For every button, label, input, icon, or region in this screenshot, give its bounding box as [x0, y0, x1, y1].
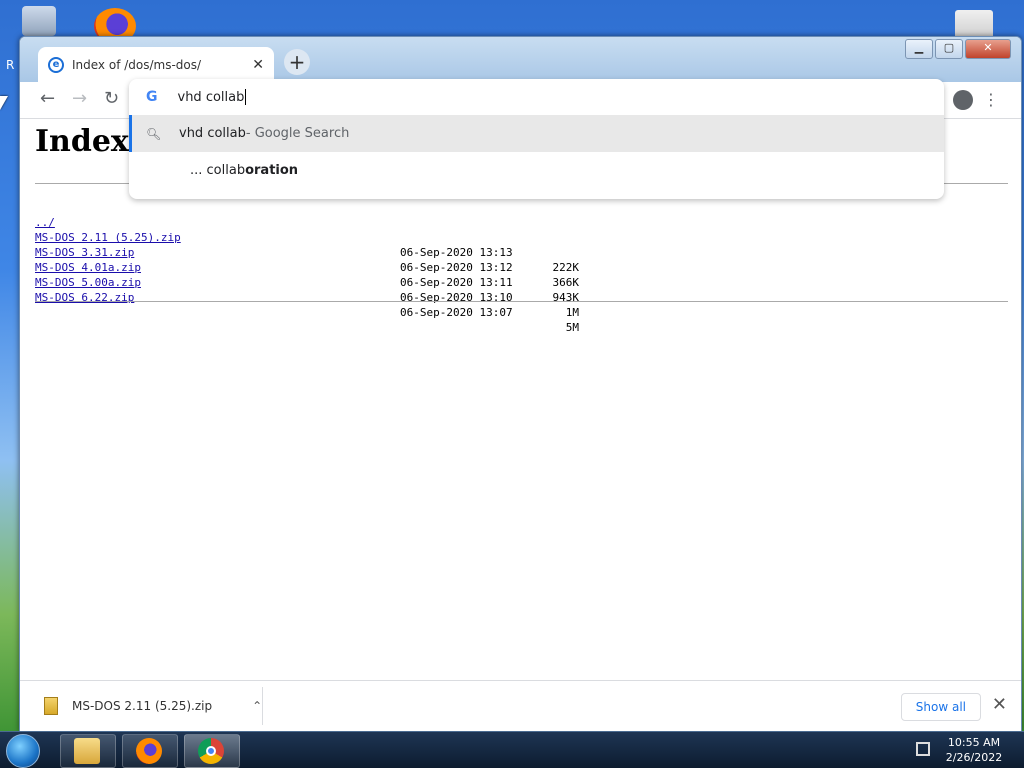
firefox-icon	[136, 738, 162, 764]
divider-bottom	[35, 301, 1008, 302]
list-item: MS-DOS 2.11 (5.25).zip 06-Sep-2020 13:13…	[35, 215, 579, 274]
window-controls: ▁ ▢ ✕	[905, 39, 1011, 59]
omnibox-dropdown: G vhd collab 🔍︎ vhd collab - Google Sear…	[129, 79, 944, 199]
zip-file-icon	[44, 697, 58, 715]
suggestion-autocomplete[interactable]: ... collab oration	[129, 152, 944, 189]
new-tab-button[interactable]: +	[284, 49, 310, 75]
file-date: 06-Sep-2020 13:13	[400, 246, 513, 259]
maximize-button[interactable]: ▢	[935, 39, 963, 59]
close-window-button[interactable]: ✕	[965, 39, 1011, 59]
file-size: 366K	[552, 276, 580, 289]
search-icon: 🔍︎	[146, 126, 162, 141]
file-size: 1M	[565, 306, 579, 319]
start-button[interactable]	[6, 734, 40, 768]
google-icon: G	[146, 89, 158, 105]
minimize-button[interactable]: ▁	[905, 39, 933, 59]
suggestion-main: vhd collab	[179, 126, 246, 141]
download-file-name: MS-DOS 2.11 (5.25).zip	[72, 699, 213, 713]
list-item: MS-DOS 6.22.zip 06-Sep-2020 13:07 5M	[35, 275, 579, 334]
file-date: 06-Sep-2020 13:07	[400, 306, 513, 319]
page-content: Index of /dos/ms-dos/ ../ MS-DOS 2.11 (5…	[20, 119, 1021, 679]
list-item: ../	[35, 200, 88, 229]
clock-time: 10:55 AM	[947, 736, 1001, 749]
address-input-text[interactable]: vhd collab	[178, 90, 245, 105]
tab-close-icon[interactable]: ✕	[252, 57, 264, 73]
file-date: 06-Sep-2020 13:11	[400, 276, 513, 289]
tab-title: Index of /dos/ms-dos/	[72, 57, 202, 72]
taskbar-explorer[interactable]	[60, 734, 116, 768]
taskbar-firefox[interactable]	[122, 734, 178, 768]
address-bar[interactable]: G vhd collab	[129, 79, 944, 115]
reload-icon[interactable]: ↻	[104, 88, 119, 109]
file-size: 5M	[565, 321, 579, 334]
taskbar: 10:55 AM 2/26/2022	[0, 731, 1024, 768]
list-item: MS-DOS 5.00a.zip 06-Sep-2020 13:10 1M	[35, 260, 579, 319]
recycle-bin-icon[interactable]	[22, 6, 56, 36]
profile-avatar-icon[interactable]	[953, 90, 973, 110]
file-listing: ../ MS-DOS 2.11 (5.25).zip 06-Sep-2020 1…	[35, 200, 579, 334]
mouse-cursor-icon	[0, 96, 8, 110]
folder-icon	[74, 738, 100, 764]
list-item: MS-DOS 4.01a.zip 06-Sep-2020 13:11 943K	[35, 245, 579, 304]
chrome-icon	[198, 738, 224, 764]
file-size: 943K	[552, 291, 580, 304]
forward-icon[interactable]: →	[72, 88, 87, 109]
network-icon[interactable]	[916, 742, 930, 756]
clock-date: 2/26/2022	[945, 751, 1003, 764]
suggestion-google-search[interactable]: 🔍︎ vhd collab - Google Search	[129, 115, 944, 152]
suggestion-prefix: ... collab	[190, 163, 246, 178]
list-item: MS-DOS 3.31.zip 06-Sep-2020 13:12 366K	[35, 230, 579, 289]
download-shelf: MS-DOS 2.11 (5.25).zip ⌃ Show all ✕	[20, 680, 1021, 731]
title-bar: e Index of /dos/ms-dos/ ✕ + ▁ ▢ ✕	[20, 37, 1021, 82]
file-link[interactable]: MS-DOS 6.22.zip	[35, 290, 134, 305]
file-date: 06-Sep-2020 13:12	[400, 261, 513, 274]
file-date: 06-Sep-2020 13:10	[400, 291, 513, 304]
text-caret	[245, 89, 247, 105]
close-shelf-icon[interactable]: ✕	[992, 694, 1007, 715]
suggestion-suffix: - Google Search	[245, 126, 350, 141]
tab-index-of-ms-dos[interactable]: e Index of /dos/ms-dos/ ✕	[38, 47, 274, 82]
file-size: 222K	[552, 261, 580, 274]
back-icon[interactable]: ←	[40, 88, 55, 109]
download-item[interactable]: MS-DOS 2.11 (5.25).zip ⌃	[44, 691, 262, 721]
suggestion-bold: oration	[245, 163, 299, 178]
system-clock[interactable]: 10:55 AM 2/26/2022	[944, 735, 1004, 765]
ie-favicon-icon: e	[48, 56, 64, 73]
desktop-label: R	[6, 58, 15, 72]
download-separator	[262, 687, 263, 725]
menu-dots-icon[interactable]: ⋮	[983, 90, 999, 109]
show-all-button[interactable]: Show all	[900, 693, 981, 721]
taskbar-chrome[interactable]	[184, 734, 240, 768]
chevron-up-icon[interactable]: ⌃	[252, 699, 262, 713]
